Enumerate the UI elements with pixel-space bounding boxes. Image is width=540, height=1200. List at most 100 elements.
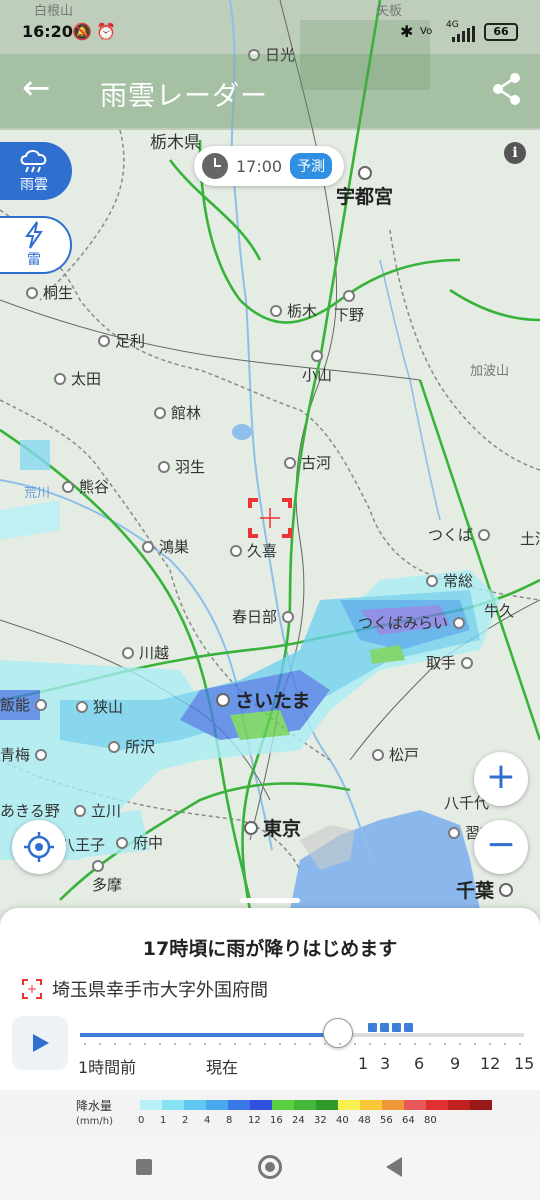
timeline-tick — [84, 1043, 86, 1045]
app-root: 栃木県 加波山 荒川 白根山 矢板 日光 宇都宮 桐生 栃木 下野 足利 太田 … — [0, 0, 540, 1200]
city-marker[interactable]: 館林 — [154, 402, 201, 423]
city-marker[interactable]: 桐生 — [26, 282, 73, 303]
city-dot — [26, 286, 38, 299]
city-marker[interactable]: 牛久 — [484, 600, 514, 621]
timeline-slider[interactable] — [80, 1033, 524, 1037]
play-button[interactable] — [12, 1016, 68, 1070]
sheet-handle[interactable] — [240, 898, 300, 903]
legend-swatch — [338, 1100, 360, 1110]
city-marker[interactable]: つくば — [428, 524, 491, 545]
city-marker[interactable]: 古河 — [284, 452, 331, 473]
back-arrow-icon[interactable]: ← — [22, 68, 51, 108]
timeline-tick — [219, 1043, 221, 1045]
city-marker[interactable]: 栃木 — [270, 300, 317, 321]
lightning-icon — [25, 221, 43, 249]
timeline-tick — [429, 1043, 431, 1045]
timeline-tick — [339, 1043, 341, 1045]
city-marker[interactable]: さいたま — [216, 686, 310, 713]
zoom-out-button[interactable]: − — [474, 820, 528, 874]
city-marker[interactable]: 常総 — [426, 570, 473, 591]
legend-swatch — [228, 1100, 250, 1110]
forecast-marker — [380, 1023, 389, 1032]
legend-value: 56 — [380, 1115, 393, 1126]
legend-value: 64 — [402, 1115, 415, 1126]
timeline-label: 現在 — [206, 1058, 239, 1077]
city-marker[interactable]: 春日部 — [232, 606, 295, 627]
recent-apps-icon[interactable] — [136, 1159, 152, 1175]
legend-value: 48 — [358, 1115, 371, 1126]
city-marker[interactable]: 多摩 — [92, 860, 122, 895]
city-marker[interactable]: 立川 — [74, 800, 121, 821]
city-marker[interactable]: 久喜 — [230, 540, 277, 561]
zoom-in-button[interactable]: + — [474, 752, 528, 806]
city-marker[interactable]: 宇都宮 — [336, 166, 393, 209]
city-dot — [453, 616, 466, 629]
timeline-label: 1 — [358, 1054, 369, 1073]
city-dot — [35, 748, 48, 761]
legend-swatch — [250, 1100, 272, 1110]
volte-icon: Vo — [420, 26, 433, 37]
legend-title: 降水量 — [76, 1099, 113, 1113]
city-marker[interactable]: 熊谷 — [62, 476, 109, 497]
city-dot — [142, 540, 154, 553]
city-dot — [116, 836, 128, 849]
share-icon[interactable] — [492, 72, 522, 106]
city-marker[interactable]: 足利 — [98, 330, 145, 351]
city-marker[interactable]: つくばみらい — [358, 612, 466, 633]
city-marker[interactable]: 小山 — [302, 350, 332, 385]
forecast-badge: 予測 — [290, 153, 333, 179]
timeline-label: 12 — [480, 1054, 501, 1073]
city-dot — [92, 860, 104, 872]
city-marker[interactable]: あきる野 — [0, 800, 60, 821]
legend-value: 40 — [336, 1115, 349, 1126]
legend-value: 8 — [226, 1115, 233, 1126]
city-marker[interactable]: 狭山 — [76, 696, 123, 717]
city-dot — [76, 700, 88, 713]
rain-layer-button[interactable]: 雨雲 — [0, 142, 72, 200]
clock-icon — [202, 153, 228, 179]
city-dot — [74, 804, 86, 817]
legend-swatch — [404, 1100, 426, 1110]
city-marker[interactable]: 土浦 — [520, 528, 540, 549]
info-icon[interactable]: i — [504, 142, 526, 164]
location-row: 埼玉県幸手市大字外国府間 — [22, 976, 268, 1002]
timeline-tick — [384, 1043, 386, 1045]
timeline-tick — [129, 1043, 131, 1045]
mute-icon: 🔕 — [72, 22, 92, 41]
location-target-icon — [22, 979, 42, 999]
city-marker[interactable]: 太田 — [54, 368, 101, 389]
timeline-tick — [519, 1043, 521, 1045]
city-marker[interactable]: 府中 — [116, 832, 163, 853]
city-marker[interactable]: 所沢 — [108, 736, 155, 757]
city-marker[interactable]: 東京 — [244, 814, 301, 841]
legend-swatch — [184, 1100, 206, 1110]
timeline-knob[interactable] — [322, 1018, 353, 1048]
city-marker[interactable]: 松戸 — [372, 744, 419, 765]
home-icon[interactable] — [258, 1155, 282, 1179]
legend-swatch — [426, 1100, 448, 1110]
forecast-time-pill[interactable]: 17:00 予測 — [194, 146, 344, 186]
timeline-tick — [264, 1043, 266, 1045]
current-location-button[interactable] — [12, 820, 66, 874]
city-marker[interactable]: 取手 — [426, 652, 474, 673]
city-marker[interactable]: 下野 — [334, 290, 364, 325]
city-marker[interactable]: 鴻巣 — [142, 536, 189, 557]
city-marker[interactable]: 八王子 — [60, 834, 105, 855]
city-dot — [478, 528, 491, 541]
timeline-tick — [414, 1043, 416, 1045]
thunder-layer-button[interactable]: 雷 — [0, 216, 72, 274]
timeline-tick — [459, 1043, 461, 1045]
legend-value: 1 — [160, 1115, 167, 1126]
legend-swatch — [448, 1100, 470, 1110]
back-icon[interactable] — [386, 1157, 402, 1177]
forecast-marker — [392, 1023, 401, 1032]
city-marker[interactable]: 川越 — [122, 642, 169, 663]
city-marker[interactable]: 飯能 — [0, 694, 48, 715]
city-marker[interactable]: 千葉 — [456, 876, 514, 903]
city-marker[interactable]: 羽生 — [158, 456, 205, 477]
legend-swatch — [162, 1100, 184, 1110]
precipitation-legend: 降水量 (mm/h) 0 1 2 4 8 12 16 24 32 40 48 56 64 80 — [0, 1090, 540, 1134]
map-canvas — [0, 0, 540, 910]
city-marker[interactable]: 青梅 — [0, 744, 48, 765]
radar-map[interactable]: 栃木県 加波山 荒川 白根山 矢板 日光 宇都宮 桐生 栃木 下野 足利 太田 … — [0, 0, 540, 910]
